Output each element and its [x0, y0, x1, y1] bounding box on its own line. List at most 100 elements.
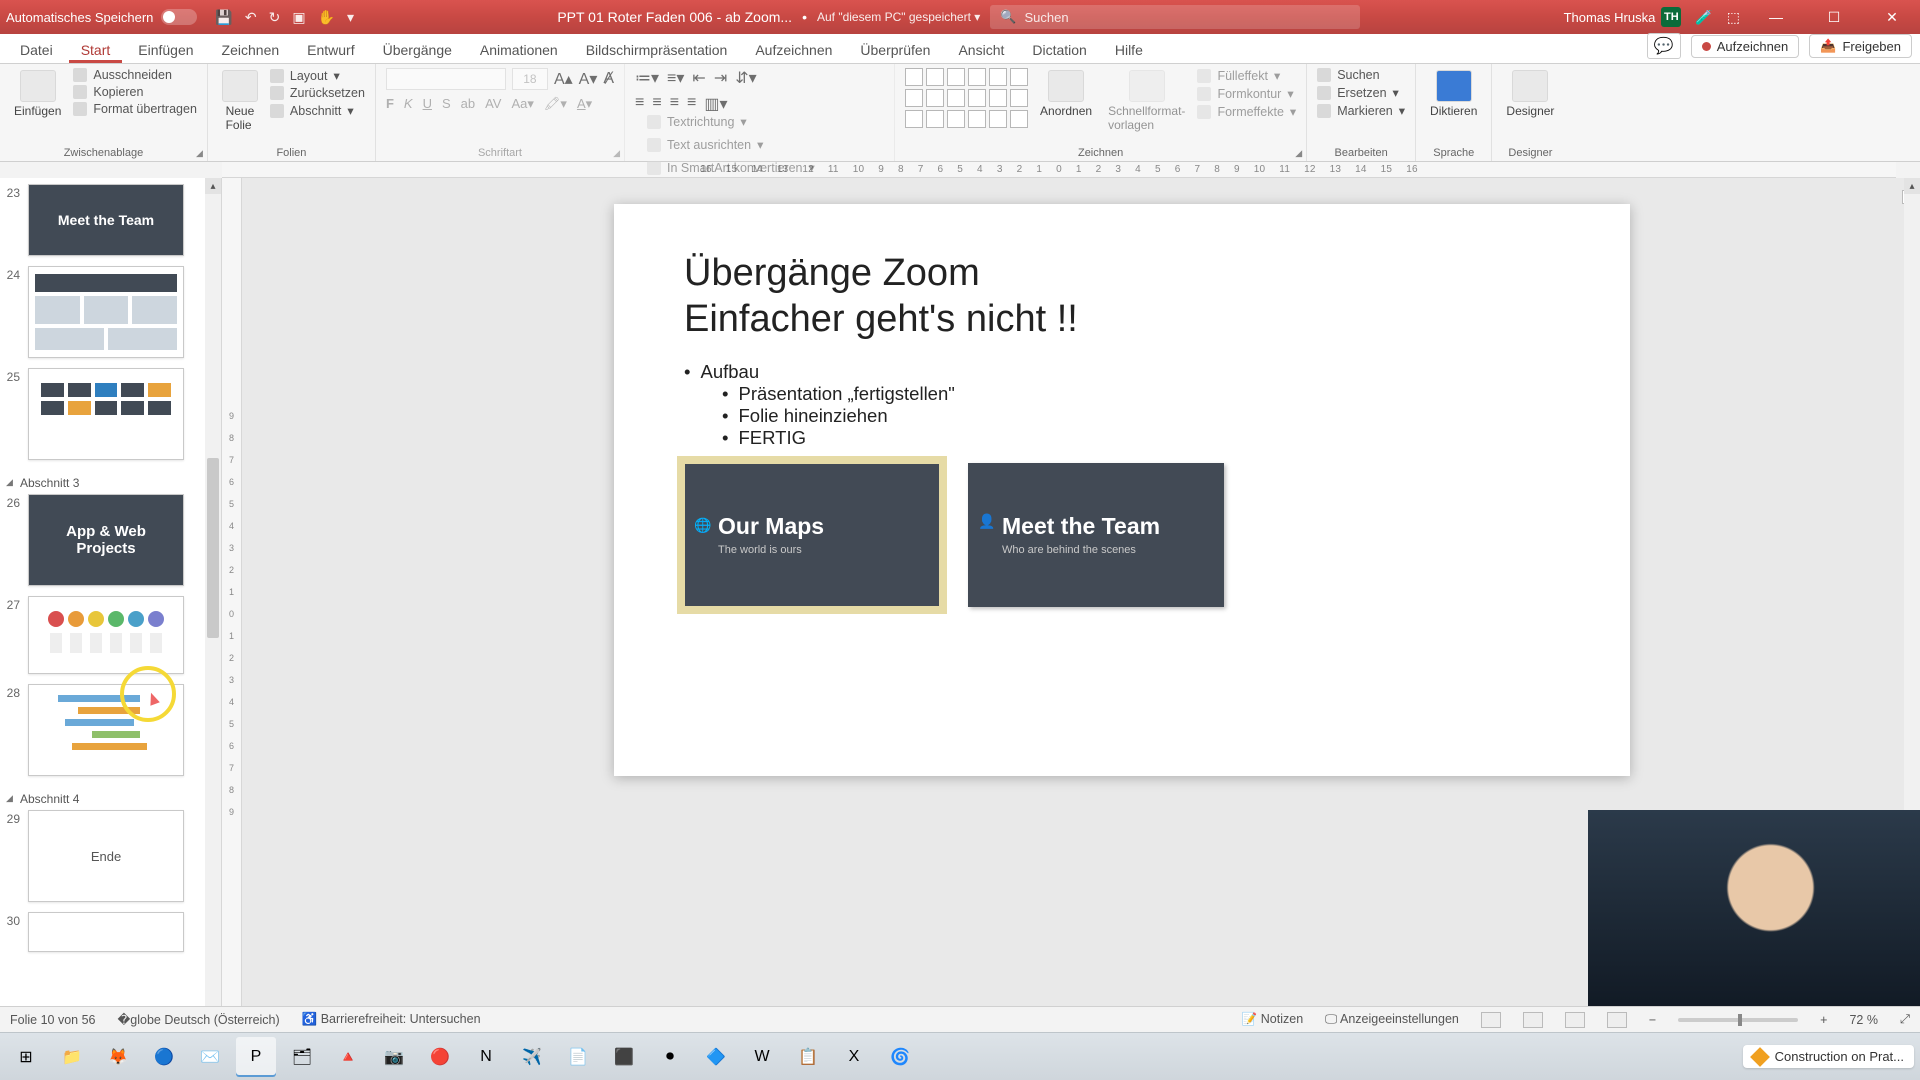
section-header-3[interactable]: Abschnitt 3 — [2, 470, 215, 494]
spacing-button[interactable]: AV — [485, 96, 501, 112]
dictate-button[interactable]: Diktieren — [1426, 68, 1481, 120]
scroll-up-icon[interactable]: ▴ — [1904, 178, 1920, 194]
slide-thumb-23[interactable]: Meet the Team — [28, 184, 184, 256]
outlook-icon[interactable]: ✉️ — [190, 1037, 230, 1077]
normal-view-button[interactable] — [1481, 1012, 1501, 1028]
section-button[interactable]: Abschnitt ▾ — [270, 103, 365, 118]
font-size-select[interactable]: 18 — [512, 68, 548, 90]
tab-animationen[interactable]: Animationen — [468, 36, 570, 63]
text-direction-button[interactable]: Textrichtung ▾ — [647, 114, 747, 129]
zoom-level[interactable]: 72 % — [1849, 1013, 1878, 1027]
chrome-icon[interactable]: 🔵 — [144, 1037, 184, 1077]
fontcolor-button[interactable]: A▾ — [577, 96, 592, 112]
cut-button[interactable]: Ausschneiden — [73, 68, 197, 82]
edge-icon[interactable]: 🌀 — [880, 1037, 920, 1077]
close-button[interactable]: ✕ — [1870, 0, 1914, 34]
tab-aufzeichnen[interactable]: Aufzeichnen — [743, 36, 844, 63]
strike-button[interactable]: S — [442, 96, 451, 112]
slide-counter[interactable]: Folie 10 von 56 — [10, 1013, 95, 1027]
redo-icon[interactable]: ↻ — [269, 9, 281, 26]
slide-thumbnail-pane[interactable]: 23 Meet the Team 24 25 — [0, 178, 222, 1050]
app-icon[interactable]: 📄 — [558, 1037, 598, 1077]
slide-thumb-26[interactable]: App & Web Projects — [28, 494, 184, 586]
layout-button[interactable]: Layout ▾ — [270, 68, 365, 83]
tab-entwurf[interactable]: Entwurf — [295, 36, 366, 63]
sorter-view-button[interactable] — [1523, 1012, 1543, 1028]
accessibility-status[interactable]: ♿ Barrierefreiheit: Untersuchen — [302, 1012, 481, 1027]
notification-toast[interactable]: Construction on Prat... — [1743, 1045, 1914, 1068]
tab-zeichnen[interactable]: Zeichnen — [210, 36, 292, 63]
qat-more-icon[interactable]: ▾ — [347, 9, 354, 26]
shapes-gallery[interactable] — [905, 68, 1028, 128]
scroll-up-icon[interactable]: ▴ — [205, 178, 221, 194]
align-center-icon[interactable]: ≡ — [652, 94, 661, 114]
find-button[interactable]: Suchen — [1317, 68, 1405, 82]
minimize-button[interactable]: — — [1754, 0, 1798, 34]
app-icon[interactable]: ⏺ — [650, 1037, 690, 1077]
start-button[interactable]: ⊞ — [6, 1037, 46, 1077]
replace-button[interactable]: Ersetzen ▾ — [1317, 85, 1405, 100]
app-icon[interactable]: 🗂 — [282, 1037, 322, 1077]
fit-window-button[interactable]: ⤢ — [1900, 1012, 1910, 1027]
bold-button[interactable]: F — [386, 96, 394, 112]
highlight-button[interactable]: 🖍▾ — [544, 96, 567, 112]
quickstyles-button[interactable]: Schnellformat- vorlagen — [1104, 68, 1189, 134]
expand-icon[interactable]: ◢ — [613, 148, 620, 159]
language-status[interactable]: �globe Deutsch (Österreich) — [117, 1012, 279, 1027]
copy-button[interactable]: Kopieren — [73, 85, 197, 99]
section-header-4[interactable]: Abschnitt 4 — [2, 786, 215, 810]
increase-font-icon[interactable]: A▴ — [554, 69, 573, 89]
firefox-icon[interactable]: 🦊 — [98, 1037, 138, 1077]
autosave-toggle[interactable] — [161, 9, 197, 25]
account-button[interactable]: Thomas Hruska TH — [1564, 7, 1682, 27]
shape-effects-button[interactable]: Formeffekte ▾ — [1197, 104, 1296, 119]
windows-taskbar[interactable]: ⊞ 📁 🦊 🔵 ✉️ P 🗂 🔺 📷 🔴 N ✈️ 📄 ⬛ ⏺ 🔷 W 📋 X … — [0, 1032, 1920, 1080]
bullets-icon[interactable]: ≔▾ — [635, 68, 659, 88]
slide-body[interactable]: Aufbau Präsentation „fertigstellen" Foli… — [684, 361, 1560, 449]
record-button[interactable]: Aufzeichnen — [1691, 35, 1800, 58]
app-icon[interactable]: 📋 — [788, 1037, 828, 1077]
decrease-font-icon[interactable]: A▾ — [579, 69, 598, 89]
expand-icon[interactable]: ◢ — [1295, 148, 1302, 159]
reset-button[interactable]: Zurücksetzen — [270, 86, 365, 100]
clear-format-icon[interactable]: Ⱥ — [603, 70, 614, 88]
smartart-button[interactable]: In SmartArt konvertieren ▾ — [647, 160, 815, 175]
font-family-select[interactable] — [386, 68, 506, 90]
share-button[interactable]: 📤Freigeben — [1809, 34, 1912, 58]
app-icon[interactable]: 🔷 — [696, 1037, 736, 1077]
vlc-icon[interactable]: 🔺 — [328, 1037, 368, 1077]
tab-start[interactable]: Start — [69, 36, 123, 63]
notes-button[interactable]: 📝 Notizen — [1242, 1012, 1303, 1027]
italic-button[interactable]: K — [404, 96, 413, 112]
align-text-button[interactable]: Text ausrichten ▾ — [647, 137, 763, 152]
tab-ansicht[interactable]: Ansicht — [946, 36, 1016, 63]
slide-thumb-25[interactable] — [28, 368, 184, 460]
zoom-in-button[interactable]: + — [1820, 1013, 1827, 1027]
tab-ueberpruefen[interactable]: Überprüfen — [848, 36, 942, 63]
shape-fill-button[interactable]: Fülleffekt ▾ — [1197, 68, 1296, 83]
present-from-start-icon[interactable]: ▣ — [292, 9, 305, 26]
align-right-icon[interactable]: ≡ — [670, 94, 679, 114]
display-settings-button[interactable]: 🖵 Anzeigeeinstellungen — [1325, 1012, 1459, 1027]
shape-outline-button[interactable]: Formkontur ▾ — [1197, 86, 1296, 101]
slide-thumb-30[interactable] — [28, 912, 184, 952]
explorer-icon[interactable]: 📁 — [52, 1037, 92, 1077]
shadow-button[interactable]: ab — [461, 96, 475, 112]
tab-uebergaenge[interactable]: Übergänge — [371, 36, 464, 63]
obs-icon[interactable]: ⬛ — [604, 1037, 644, 1077]
slideshow-view-button[interactable] — [1607, 1012, 1627, 1028]
zoom-card-maps[interactable]: 🌐 Our Maps The world is ours — [684, 463, 940, 607]
reading-view-button[interactable] — [1565, 1012, 1585, 1028]
underline-button[interactable]: U — [423, 96, 432, 112]
tab-datei[interactable]: Datei — [8, 36, 65, 63]
search-input[interactable]: 🔍 Suchen — [990, 5, 1360, 29]
current-slide[interactable]: Übergänge Zoom Einfacher geht's nicht !!… — [614, 204, 1630, 776]
numbering-icon[interactable]: ≡▾ — [667, 68, 684, 88]
ribbon-display-icon[interactable]: ⬚ — [1727, 9, 1740, 26]
zoom-slider[interactable] — [1678, 1018, 1798, 1022]
expand-icon[interactable]: ◢ — [196, 148, 203, 159]
excel-icon[interactable]: X — [834, 1037, 874, 1077]
tab-bildschirm[interactable]: Bildschirmpräsentation — [574, 36, 740, 63]
comments-icon[interactable]: 💬 — [1647, 33, 1681, 59]
linespacing-icon[interactable]: ⇵▾ — [735, 68, 756, 88]
